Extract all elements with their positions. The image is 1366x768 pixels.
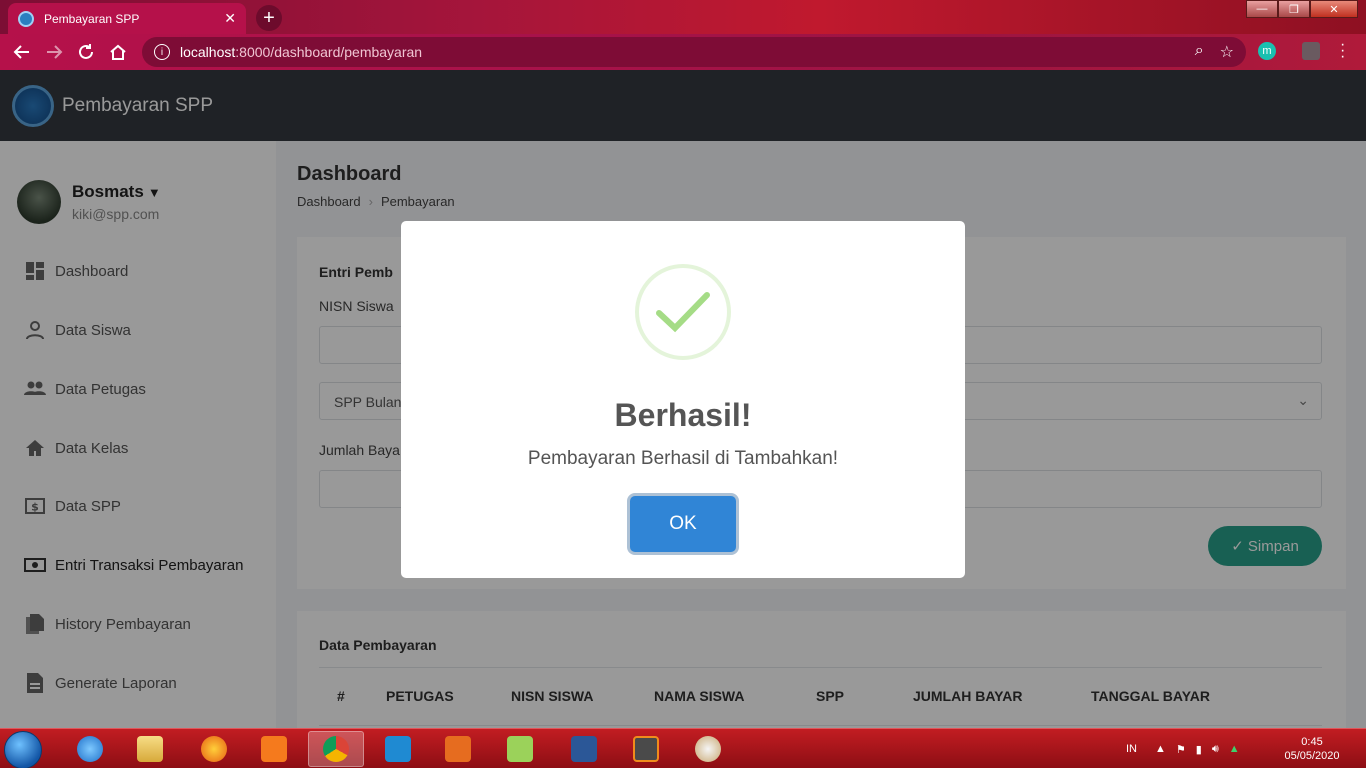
network-icon[interactable]: ▮ [1196,743,1202,756]
url-text: localhost:8000/dashboard/pembayaran [180,44,423,60]
bookmark-star-icon[interactable]: ☆ [1220,42,1234,62]
paint-icon[interactable] [680,731,736,767]
vscode-icon[interactable] [370,731,426,767]
windows-taskbar: IN ▲ ⚑ ▮ 🔊︎ ▲ 0:45 05/05/2020 [0,728,1366,768]
profile-avatar[interactable] [1302,42,1320,60]
home-button[interactable] [102,36,134,68]
tab-close-icon[interactable]: ✕ [224,10,236,27]
explorer-icon[interactable] [122,731,178,767]
language-indicator[interactable]: IN [1126,743,1137,755]
dialog-message: Pembayaran Berhasil di Tambahkan! [527,448,839,469]
clock-time: 0:45 [1301,736,1323,748]
browser-tab[interactable]: Pembayaran SPP ✕ [8,3,246,34]
home-outline-icon [110,44,126,60]
start-button[interactable] [4,731,42,768]
back-button[interactable] [6,36,38,68]
firefox-icon[interactable] [186,731,242,767]
site-info-icon[interactable]: i [154,44,170,60]
notepadpp-icon[interactable] [492,731,548,767]
browser-menu-icon[interactable]: · · · [1340,37,1345,65]
chrome-icon[interactable] [308,731,364,767]
back-arrow-icon [13,45,29,59]
ie-icon[interactable] [62,731,118,767]
dialog-title: Berhasil! [614,397,752,433]
volume-icon[interactable]: 🔊︎ [1212,743,1219,756]
maximize-button[interactable]: ❐ [1278,0,1310,18]
success-check-icon [635,264,731,360]
forward-button[interactable] [38,36,70,68]
flag-icon[interactable]: ⚑ [1176,743,1186,756]
media-player-icon[interactable] [430,731,486,767]
forward-arrow-icon [47,45,63,59]
window-controls: — ❐ ✕ [1246,0,1358,18]
window-close-button[interactable]: ✕ [1310,0,1358,18]
success-dialog: Berhasil! Pembayaran Berhasil di Tambahk… [401,221,965,578]
sublime-icon[interactable] [618,731,674,767]
tray-expand-icon[interactable]: ▲ [1155,743,1166,755]
system-tray: IN ▲ ⚑ ▮ 🔊︎ ▲ [1126,729,1240,768]
tab-title: Pembayaran SPP [44,11,140,26]
new-tab-button[interactable]: + [256,5,282,31]
zoom-icon[interactable]: ⌕ [1195,42,1204,62]
word-icon[interactable] [556,731,612,767]
ok-button[interactable]: OK [630,496,736,552]
reload-button[interactable] [70,36,102,68]
address-bar[interactable]: i localhost:8000/dashboard/pembayaran ⌕ … [142,37,1246,67]
xampp-icon[interactable] [246,731,302,767]
clock-date: 05/05/2020 [1284,750,1340,762]
favicon-icon [18,10,34,27]
reload-icon [79,44,93,59]
tab-strip: Pembayaran SPP ✕ + — ❐ ✕ [0,0,1366,34]
clock[interactable]: 0:45 05/05/2020 [1280,735,1344,763]
minimize-button[interactable]: — [1246,0,1278,18]
tray-app-icon[interactable]: ▲ [1229,743,1240,755]
browser-toolbar: i localhost:8000/dashboard/pembayaran ⌕ … [0,34,1366,70]
extension-m-icon[interactable]: m [1258,42,1276,60]
